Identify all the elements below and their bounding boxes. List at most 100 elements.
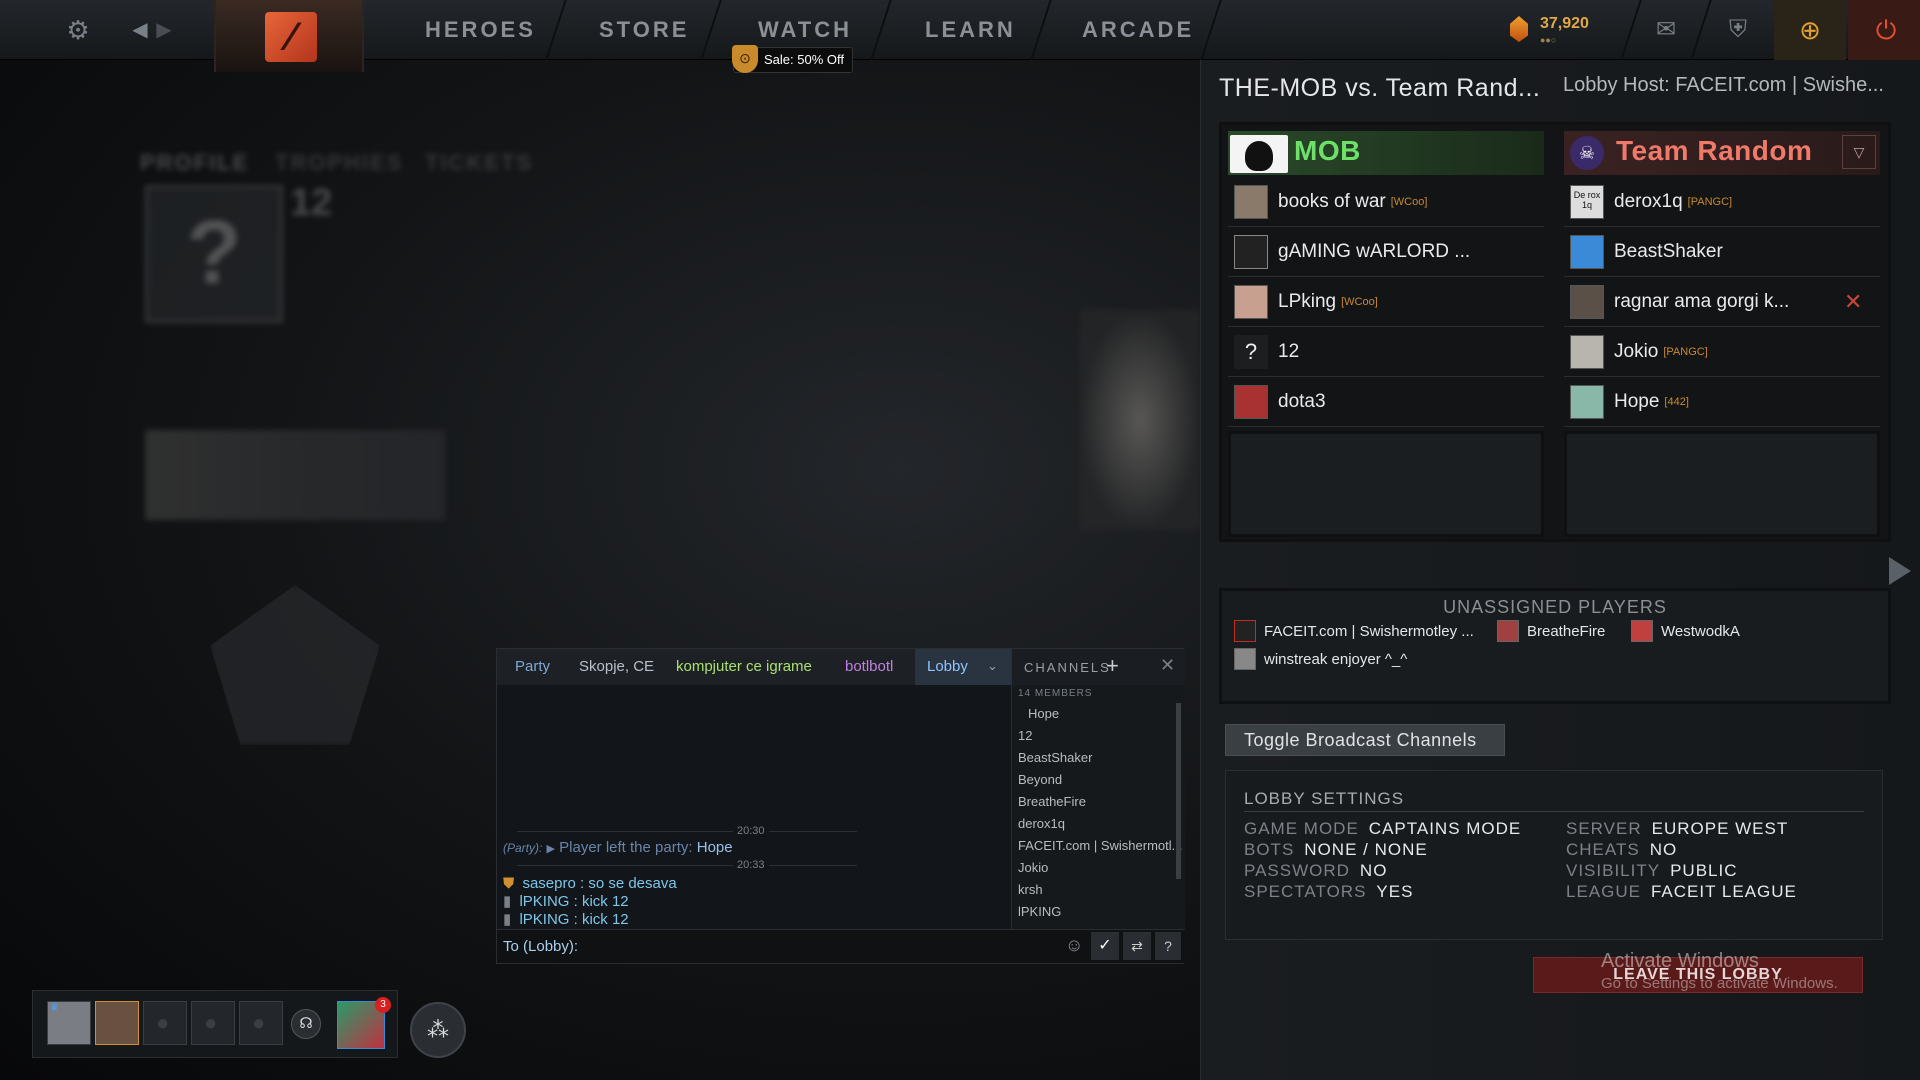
help-icon[interactable]: ? [1155, 932, 1181, 960]
plus-button[interactable]: ⊕ [1774, 0, 1846, 60]
nav-learn[interactable]: LEARN [925, 0, 1016, 60]
profile-avatar: ? [145, 185, 283, 323]
radiant-player-slot[interactable]: dota3 [1228, 377, 1544, 427]
radiant-player-slot[interactable]: LPking [WCoo] [1228, 277, 1544, 327]
members-scrollbar[interactable] [1176, 703, 1181, 879]
party-member-avatar[interactable] [95, 1001, 139, 1045]
unassigned-player[interactable]: WestwodkA [1631, 619, 1740, 643]
member-item[interactable]: BeastShaker [1012, 747, 1185, 769]
lobby-settings-panel: LOBBY SETTINGS GAME MODE CAPTAINS MODE BO… [1225, 770, 1883, 940]
member-item[interactable]: Beyond [1012, 769, 1185, 791]
dire-team-header[interactable]: ☠ Team Random ▽ [1564, 131, 1880, 175]
dire-coach-slot[interactable] [1564, 431, 1880, 537]
setting-row: VISIBILITY PUBLIC [1566, 861, 1797, 882]
setting-label: GAME MODE [1244, 819, 1359, 838]
chat-tab-party[interactable]: Party [515, 649, 550, 685]
member-item[interactable]: Hope [1012, 703, 1185, 725]
social-party-button[interactable]: ⁂ [410, 1002, 466, 1058]
party-member-avatar[interactable]: ♛ [47, 1001, 91, 1045]
player-avatar [1631, 620, 1653, 642]
rank-badge-icon: ▮ [503, 893, 512, 910]
radiant-player-slot[interactable]: gAMING wARLORD ... [1228, 227, 1544, 277]
dire-player-slot[interactable]: Hope [442] [1564, 377, 1880, 427]
setting-value: FACEIT LEAGUE [1650, 882, 1797, 901]
member-item[interactable]: 12 [1012, 725, 1185, 747]
player-guild-tag: [WCoo] [1341, 295, 1378, 308]
member-item[interactable]: BreatheFire [1012, 791, 1185, 813]
dire-player-slot[interactable]: Jokio [PANGC] [1564, 327, 1880, 377]
lobby-title: THE-MOB vs. Team Rand... [1219, 74, 1541, 102]
kick-player-close-icon[interactable]: ✕ [1844, 289, 1862, 315]
member-item[interactable]: lPKING [1012, 901, 1185, 923]
channel-members-list: 14 MEMBERS Hope 12 BeastShaker Beyond Br… [1011, 685, 1185, 929]
settings-gear-icon[interactable]: ⚙ [62, 14, 94, 46]
nav-separator [1620, 0, 1642, 60]
send-check-icon[interactable]: ✓ [1091, 932, 1119, 960]
nav-store[interactable]: STORE [599, 0, 689, 60]
empty-party-slot[interactable]: ● [191, 1001, 235, 1045]
exit-button[interactable]: ⏻ [1848, 0, 1920, 60]
unassigned-player[interactable]: BreatheFire [1497, 619, 1605, 643]
mail-icon[interactable]: ✉ [1650, 14, 1682, 46]
expand-arrow-icon[interactable] [1889, 557, 1911, 585]
radiant-coach-slot[interactable] [1228, 431, 1544, 537]
team-random-logo: ☠ [1570, 136, 1604, 170]
dire-player-slot[interactable]: De rox 1q derox1q [PANGC] [1564, 177, 1880, 227]
player-name: books of war [1278, 190, 1386, 212]
add-channel-plus-icon[interactable]: + [1106, 653, 1119, 679]
empty-party-slot[interactable]: ● [143, 1001, 187, 1045]
armory-icon[interactable]: ⛨ [1722, 14, 1754, 46]
sale-badge[interactable]: ⊙ Sale: 50% Off [732, 45, 853, 73]
radiant-player-slot[interactable]: books of war [WCoo] [1228, 177, 1544, 227]
settings-left-column: GAME MODE CAPTAINS MODE BOTS NONE / NONE P… [1244, 819, 1521, 903]
members-count: 14 MEMBERS [1018, 688, 1093, 699]
translate-icon[interactable]: ⇄ [1123, 932, 1151, 960]
member-item[interactable]: FACEIT.com | Swishermotl... [1012, 835, 1185, 857]
unassigned-player[interactable]: FACEIT.com | Swishermotley ... [1234, 619, 1474, 643]
toggle-broadcast-channels-button[interactable]: Toggle Broadcast Channels [1225, 724, 1505, 756]
chat-sender[interactable]: sasepro [522, 875, 575, 892]
hero-art [1080, 310, 1200, 530]
chat-tab-kompjuter[interactable]: kompjuter ce igrame [676, 649, 812, 685]
person-icon: ● [204, 1010, 218, 1035]
dire-team-name: Team Random [1616, 135, 1813, 166]
dire-player-slot[interactable]: ragnar ama gorgi k... ✕ [1564, 277, 1880, 327]
setting-value: NONE / NONE [1304, 840, 1428, 859]
chat-input-bar[interactable]: To (Lobby): ☺ ✓ ⇄ ? [497, 929, 1185, 963]
unassigned-player[interactable]: winstreak enjoyer ^_^ [1234, 647, 1407, 671]
team-dropdown-chevron-icon[interactable]: ▽ [1842, 135, 1876, 169]
dota-home-button[interactable]: ⁄ [214, 0, 364, 72]
chat-tab-botlbotl[interactable]: botlbotl [845, 649, 893, 685]
rank-badge-icon: ▮ [503, 911, 512, 928]
chevron-down-icon[interactable]: ⌄ [987, 658, 998, 674]
player-name: 12 [1278, 340, 1300, 362]
close-chat-icon[interactable]: ✕ [1160, 655, 1175, 676]
emoji-icon[interactable]: ☺ [1065, 935, 1083, 956]
player-name: BeastShaker [1614, 240, 1723, 262]
setting-row: CHEATS NO [1566, 840, 1797, 861]
forward-arrow-icon[interactable]: ▶ [148, 14, 180, 46]
group-icon: ⁂ [427, 1017, 449, 1042]
member-item[interactable]: krsh [1012, 879, 1185, 901]
system-message-player: Hope [696, 839, 733, 856]
member-item[interactable]: Jokio [1012, 857, 1185, 879]
member-item[interactable]: derox1q [1012, 813, 1185, 835]
player-name: LPking [1278, 290, 1337, 312]
voice-headset-icon[interactable]: ☊ [291, 1009, 321, 1039]
chat-text: : kick 12 [573, 893, 629, 910]
chat-sender[interactable]: lPKING [519, 893, 569, 910]
dota-plus-icon: ⊕ [1799, 15, 1821, 45]
chat-tab-skopje[interactable]: Skopje, CE [579, 649, 654, 685]
empty-party-slot[interactable]: ● [239, 1001, 283, 1045]
nav-arcade[interactable]: ARCADE [1082, 0, 1194, 60]
chat-sender[interactable]: lPKING [519, 911, 569, 928]
radiant-player-slot[interactable]: ? 12 [1228, 327, 1544, 377]
nav-heroes[interactable]: HEROES [425, 0, 536, 60]
setting-row: SERVER EUROPE WEST [1566, 819, 1797, 840]
play-arrow-icon: ▶ [546, 843, 555, 855]
person-icon: ● [156, 1010, 170, 1035]
setting-row: BOTS NONE / NONE [1244, 840, 1521, 861]
chat-tab-lobby[interactable]: Lobby ⌄ [915, 649, 1011, 685]
dire-player-slot[interactable]: BeastShaker [1564, 227, 1880, 277]
radiant-team-header[interactable]: MOB [1228, 131, 1544, 175]
